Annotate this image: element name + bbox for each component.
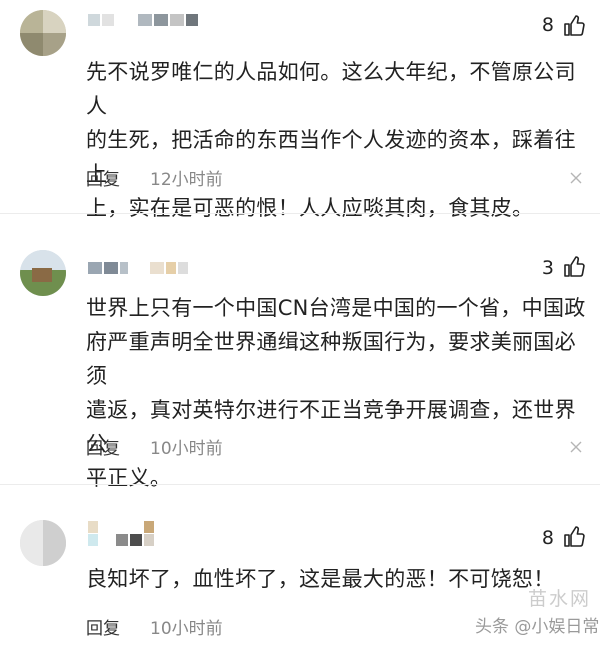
comment-line: 府严重声明全世界通缉这种叛国行为，要求美丽国必须 [86, 330, 576, 388]
thumbs-up-icon[interactable] [562, 525, 586, 549]
comment-line: 上，实在是可恶的恨！人人应啖其肉，食其皮。 [86, 196, 534, 220]
username-redacted[interactable] [88, 14, 198, 26]
avatar[interactable] [20, 10, 66, 56]
close-icon[interactable] [570, 441, 582, 453]
comment-line: 世界上只有一个中国CN台湾是中国的一个省，中国政 [86, 296, 586, 320]
username-redacted[interactable] [88, 521, 164, 547]
close-icon[interactable] [570, 172, 582, 184]
comment-line: 先不说罗唯仁的人品如何。这么大年纪，不管原公司人 [86, 60, 576, 118]
comment-text: 先不说罗唯仁的人品如何。这么大年纪，不管原公司人 的生死，把活命的东西当作个人发… [86, 55, 586, 225]
like-count: 8 [541, 14, 554, 36]
thumbs-up-icon[interactable] [562, 14, 586, 38]
username-redacted[interactable] [88, 262, 188, 274]
avatar[interactable] [20, 250, 66, 296]
reply-button[interactable]: 回复 [86, 165, 120, 190]
comment-time: 12小时前 [150, 170, 223, 190]
thumbs-up-icon[interactable] [562, 255, 586, 279]
like-count: 8 [541, 527, 554, 549]
reply-button[interactable]: 回复 [86, 614, 120, 639]
watermark-primary: 头条 @小娱日常 [475, 617, 600, 637]
avatar[interactable] [20, 520, 66, 566]
comment-text: 世界上只有一个中国CN台湾是中国的一个省，中国政 府严重声明全世界通缉这种叛国行… [86, 291, 586, 495]
comment-line: 良知坏了，血性坏了，这是最大的恶！不可饶恕！ [86, 567, 555, 591]
watermark-secondary: 苗水网 [528, 588, 592, 610]
comment-line: 平正义。 [86, 466, 172, 490]
comment-text: 良知坏了，血性坏了，这是最大的恶！不可饶恕！ [86, 562, 586, 596]
comment-time: 10小时前 [150, 619, 223, 639]
divider [0, 213, 600, 214]
like-count: 3 [541, 257, 554, 279]
divider [0, 484, 600, 485]
reply-button[interactable]: 回复 [86, 434, 120, 459]
comment-time: 10小时前 [150, 439, 223, 459]
